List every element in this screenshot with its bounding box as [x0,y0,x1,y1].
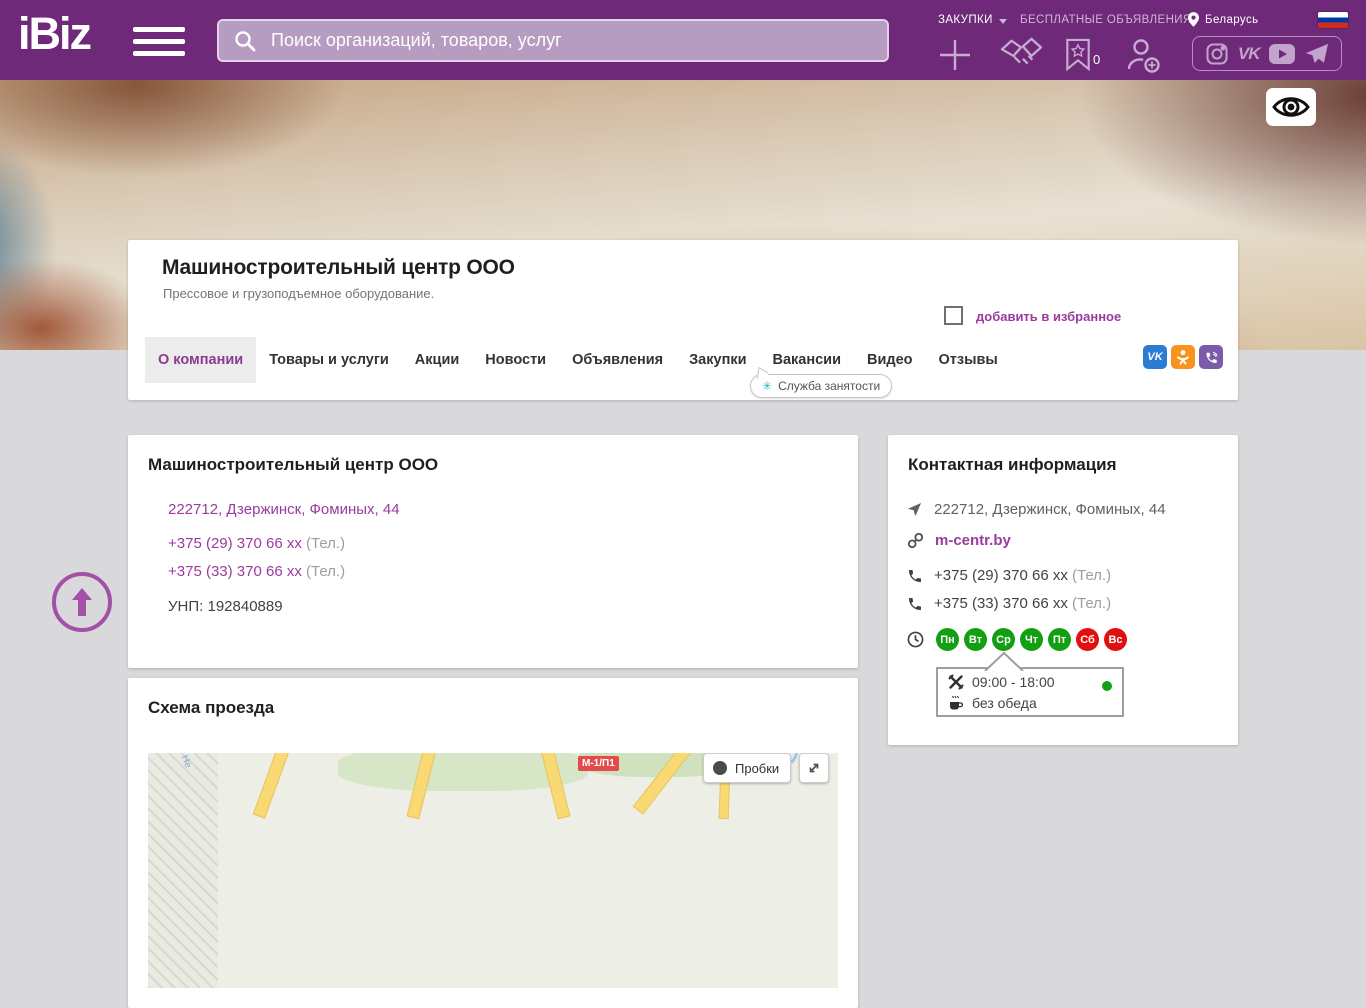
about-address-link[interactable]: 222712, Дзержинск, Фоминых, 44 [168,501,400,518]
day-badge-mon[interactable]: Пн [936,628,959,651]
eye-icon [1272,97,1310,117]
expand-icon [809,763,819,773]
map-hatch-area [148,753,218,988]
handshake-icon[interactable] [998,36,1044,74]
location-pin-icon [1188,12,1199,27]
header-social-links: VK [1192,36,1342,71]
search-bar [217,19,889,62]
lunch-note: без обеда [972,695,1037,711]
company-header-card: Машиностроительный центр ООО Прессовое и… [128,240,1238,400]
map-card: Схема проезда р. Не М-1/П1 Пробки [128,678,858,1008]
day-badge-wed[interactable]: Ср [992,628,1015,651]
menu-icon[interactable] [133,27,185,57]
day-badge-fri[interactable]: Пт [1048,628,1071,651]
employment-service-tooltip: ✳ Служба занятости [750,374,893,398]
tab-ads[interactable]: Объявления [559,337,676,383]
employment-service-icon: ✳ [762,379,773,393]
contact-address: 222712, Дзержинск, Фоминых, 44 [934,501,1166,518]
contact-title: Контактная информация [908,455,1117,474]
phone-icon [909,570,921,582]
tools-icon [948,674,964,690]
nav-zakupki[interactable]: ЗАКУПКИ [938,14,1007,26]
website-link[interactable]: m-centr.by [935,532,1011,549]
phone-icon [909,598,921,610]
road-number-badge: М-1/П1 [578,756,619,771]
schedule-pointer [984,651,1024,671]
traffic-icon [713,761,727,775]
working-days: Пн Вт Ср Чт Пт Сб Вс [936,628,1127,651]
vk-icon[interactable]: VK [1238,44,1261,64]
person-add-icon[interactable] [1124,37,1162,74]
contact-phone-1: +375 (29) 370 66 xx (Тел.) [934,567,1112,584]
favorite-label[interactable]: добавить в избранное [976,309,1121,324]
nav-free-ads[interactable]: БЕСПЛАТНЫЕ ОБЪЯВЛЕНИЯ [1020,14,1192,26]
arrow-up-icon [72,588,92,616]
phone-link[interactable]: +375 (29) 370 66 xx [168,535,302,552]
favorites-count: 0 [1093,52,1101,67]
ok-icon[interactable] [1171,345,1195,369]
traffic-toggle-button[interactable]: Пробки [703,753,791,783]
bookmark-star-icon[interactable] [1064,38,1092,71]
viber-icon[interactable] [1199,345,1223,369]
map-title: Схема проезда [148,698,275,717]
top-header: iBiz ЗАКУПКИ БЕСПЛАТНЫЕ ОБЪЯВЛЕНИЯ Белар… [0,0,1366,80]
company-subtitle: Прессовое и грузоподъемное оборудование. [163,286,435,301]
tab-about[interactable]: О компании [145,337,257,383]
day-badge-thu[interactable]: Чт [1020,628,1043,651]
about-phone-1: +375 (29) 370 66 xx (Тел.) [168,535,346,552]
tab-products[interactable]: Товары и услуги [256,337,402,383]
telegram-icon[interactable] [1305,43,1329,65]
clock-icon [907,631,924,648]
company-unp: УНП: 192840889 [168,598,283,615]
search-icon [235,30,256,51]
vk-icon[interactable]: VK [1143,345,1167,369]
site-logo[interactable]: iBiz [18,8,92,60]
flag-ru-icon[interactable] [1318,12,1348,28]
schedule-tooltip: 09:00 - 18:00 без обеда [936,667,1124,717]
open-status-dot [1102,681,1112,691]
day-badge-tue[interactable]: Вт [964,628,987,651]
map-road [252,753,293,819]
tab-reviews[interactable]: Отзывы [926,337,1011,383]
link-icon [907,533,924,549]
instagram-icon[interactable] [1205,42,1229,66]
contact-info-card: Контактная информация 222712, Дзержинск,… [888,435,1238,745]
map-canvas[interactable]: р. Не М-1/П1 Пробки [148,753,838,988]
day-badge-sun[interactable]: Вс [1104,628,1127,651]
navigation-arrow-icon [907,502,922,517]
contact-phone-2: +375 (33) 370 66 xx (Тел.) [934,595,1112,612]
about-company-card: Машиностроительный центр ООО 222712, Дзе… [128,435,858,668]
tab-promos[interactable]: Акции [402,337,472,383]
company-social-links: VK [1143,345,1223,369]
favorite-checkbox[interactable] [944,306,963,325]
accessibility-version-button[interactable] [1266,88,1316,126]
search-input[interactable] [269,29,873,52]
youtube-icon[interactable] [1268,43,1296,65]
tab-news[interactable]: Новости [472,337,559,383]
plus-icon[interactable] [936,36,974,74]
about-title: Машиностроительный центр ООО [148,455,439,474]
chevron-down-icon [998,18,1007,24]
scroll-to-top-button[interactable] [52,572,112,632]
company-title: Машиностроительный центр ООО [162,256,515,279]
about-phone-2: +375 (33) 370 66 xx (Тел.) [168,563,346,580]
coffee-cup-icon [950,695,964,710]
tab-purchases[interactable]: Закупки [676,337,759,383]
working-hours: 09:00 - 18:00 [972,674,1055,690]
phone-link[interactable]: +375 (33) 370 66 xx [168,563,302,580]
map-expand-button[interactable] [799,753,829,783]
day-badge-sat[interactable]: Сб [1076,628,1099,651]
nav-country[interactable]: Беларусь [1188,12,1259,27]
